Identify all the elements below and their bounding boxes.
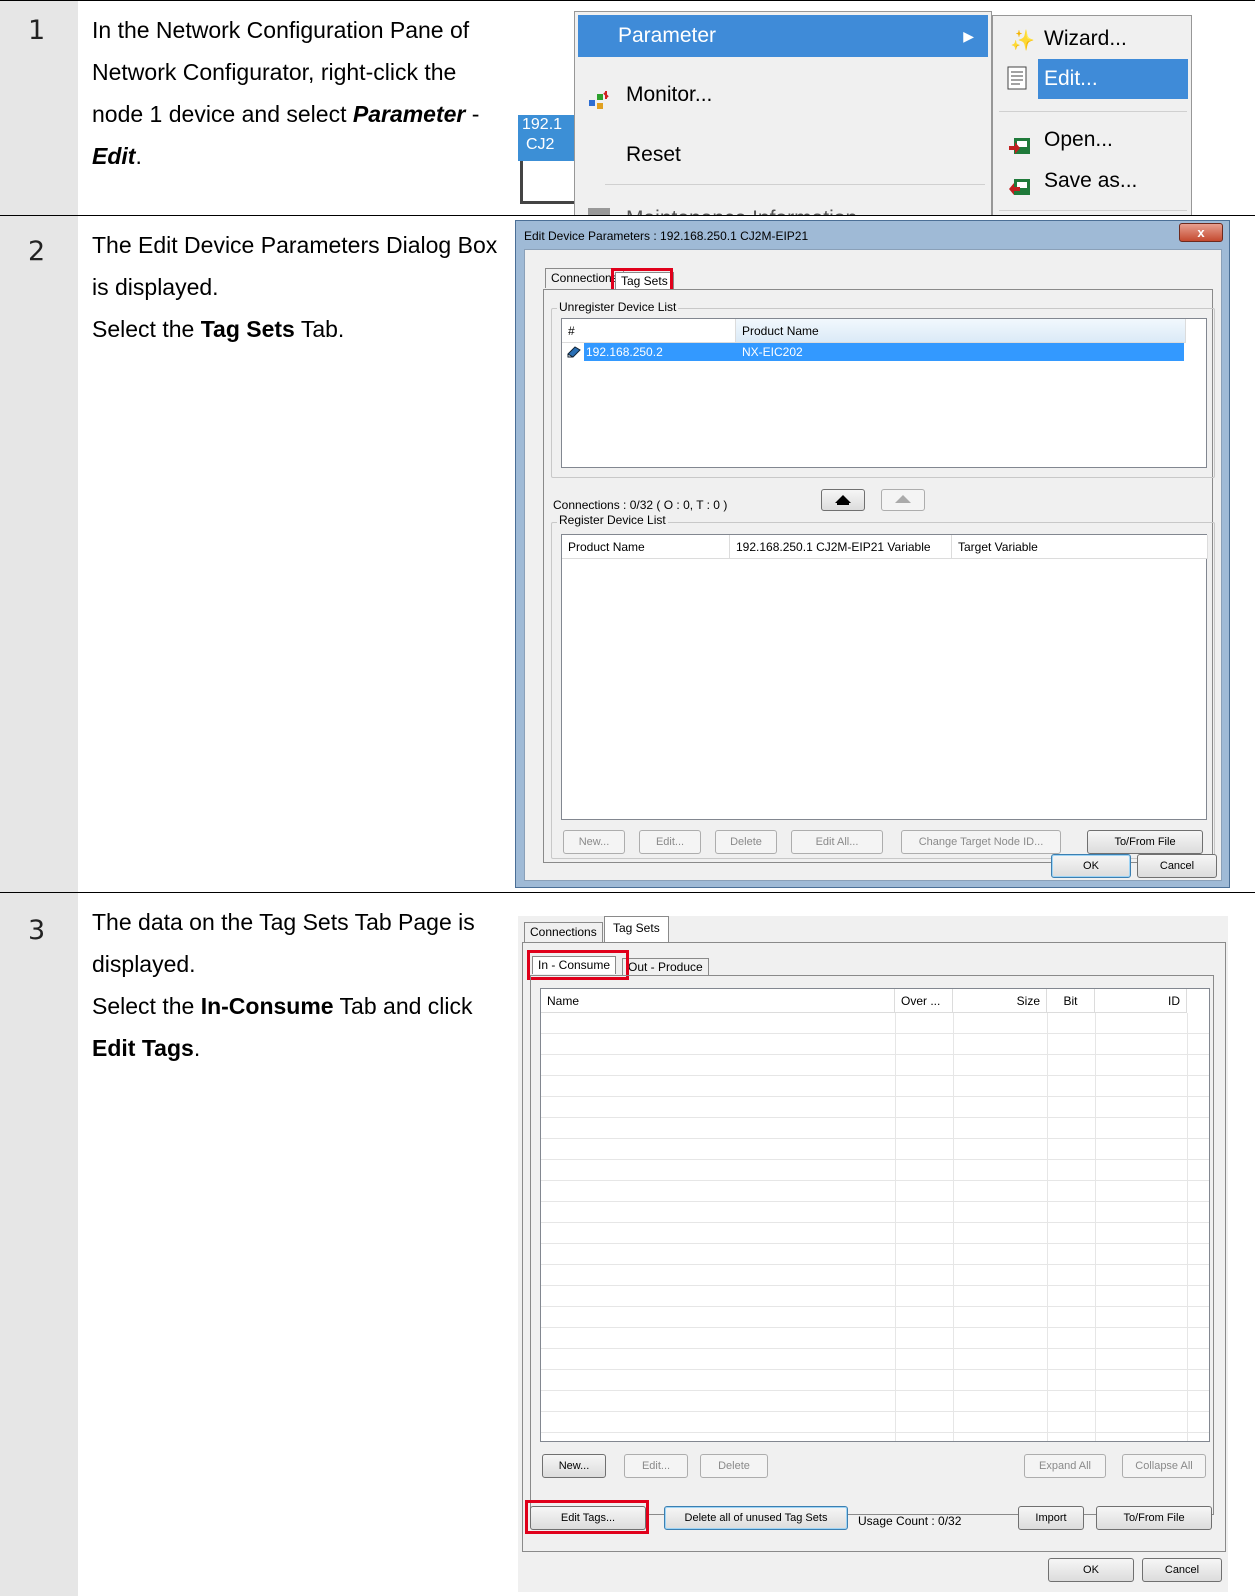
column-header-id[interactable]: ID xyxy=(1095,989,1187,1013)
column-header-name[interactable]: Name xyxy=(541,989,895,1013)
column-header-number[interactable]: # xyxy=(562,319,736,343)
node-ip: 192.1 xyxy=(522,116,563,133)
maintenance-label: Maintenance Information xyxy=(626,207,857,215)
to-from-file-button[interactable]: To/From File xyxy=(1087,830,1203,854)
arrow-down-icon xyxy=(835,495,851,505)
submenu-item-open[interactable]: Open... xyxy=(996,120,1188,160)
step-number: 2 xyxy=(28,236,46,267)
ok-button[interactable]: OK xyxy=(1051,854,1131,878)
cancel-button[interactable]: Cancel xyxy=(1137,854,1217,878)
row-product: NX-EIC202 xyxy=(742,345,803,359)
expand-all-button[interactable]: Expand All xyxy=(1024,1454,1106,1478)
column-header-over[interactable]: Over ... xyxy=(895,989,953,1013)
context-menu-screenshot: 192.1 CJ2 Parameter ▶ Monitor... Reset ✨… xyxy=(518,11,1198,215)
unregister-label: Unregister Device List xyxy=(557,300,679,314)
usage-count: Usage Count : 0/32 xyxy=(858,1514,962,1528)
subtab-out-produce[interactable]: Out - Produce xyxy=(622,958,709,976)
to-from-file-button[interactable]: To/From File xyxy=(1096,1506,1212,1530)
edit-button[interactable]: Edit... xyxy=(639,830,701,854)
edit-icon xyxy=(996,59,1038,99)
submenu-item-edit[interactable]: Edit... xyxy=(996,59,1188,99)
network-node[interactable]: 192.1 CJ2 xyxy=(518,115,578,161)
parameter-submenu: ✨ Wizard... Edit... Open... Save as... xyxy=(992,15,1192,215)
step-number: 3 xyxy=(28,915,46,946)
wizard-icon: ✨ xyxy=(1010,30,1035,52)
step-3-row: 3 The data on the Tag Sets Tab Page is d… xyxy=(0,893,1255,1596)
import-button[interactable]: Import xyxy=(1018,1506,1084,1530)
delete-button[interactable]: Delete xyxy=(700,1454,768,1478)
edit-device-parameters-dialog: Edit Device Parameters : 192.168.250.1 C… xyxy=(515,220,1230,888)
close-icon: x xyxy=(1197,225,1205,240)
reset-label: Reset xyxy=(626,143,681,166)
submenu-item-wizard[interactable]: ✨ Wizard... xyxy=(996,19,1188,59)
tab-tag-sets-label: Tag Sets xyxy=(613,921,660,935)
edit-button[interactable]: Edit... xyxy=(624,1454,688,1478)
context-menu: Parameter ▶ Monitor... Reset Maintenance… xyxy=(574,11,992,215)
list-item[interactable]: 192.168.250.2 NX-EIC202 xyxy=(562,343,1186,361)
submenu-item-save-as[interactable]: Save as... xyxy=(996,161,1188,201)
menu-item-reset[interactable]: Reset xyxy=(578,134,988,176)
edit-all-button[interactable]: Edit All... xyxy=(791,830,883,854)
column-header-source-variable[interactable]: 192.168.250.1 CJ2M-EIP21 Variable xyxy=(730,535,952,559)
tab-connections-label: Connections xyxy=(530,925,597,939)
delete-unused-tag-sets-button[interactable]: Delete all of unused Tag Sets xyxy=(664,1506,848,1530)
register-device-list[interactable]: Product Name 192.168.250.1 CJ2M-EIP21 Va… xyxy=(561,534,1208,820)
tab-connections-label: Connections xyxy=(551,271,618,285)
parameter-label: Parameter xyxy=(618,24,717,47)
dialog-client: Connections Tag Sets Unregister Device L… xyxy=(524,249,1222,881)
step-number-column xyxy=(0,893,78,1596)
column-header-bit[interactable]: Bit xyxy=(1047,989,1095,1013)
step-instruction: The data on the Tag Sets Tab Page is dis… xyxy=(92,909,475,1061)
cancel-button[interactable]: Cancel xyxy=(1142,1558,1222,1582)
delete-button[interactable]: Delete xyxy=(715,830,777,854)
save-as-icon xyxy=(1008,171,1032,195)
unregister-arrow-button[interactable] xyxy=(881,489,925,511)
register-arrow-button[interactable] xyxy=(821,489,865,511)
step-instruction: The Edit Device Parameters Dialog Box is… xyxy=(92,232,498,342)
dialog-title: Edit Device Parameters : 192.168.250.1 C… xyxy=(524,229,809,243)
close-button[interactable]: x xyxy=(1179,223,1223,242)
tag-sets-page: Connections Tag Sets In - Consume Out - … xyxy=(518,916,1228,1592)
menu-item-parameter[interactable]: Parameter ▶ xyxy=(578,15,988,57)
change-target-node-id-button[interactable]: Change Target Node ID... xyxy=(901,830,1061,854)
menu-item-monitor[interactable]: Monitor... xyxy=(578,74,988,116)
device-icon xyxy=(566,344,582,360)
step-number-column xyxy=(0,216,78,892)
menu-item-maintenance[interactable]: Maintenance Information xyxy=(578,198,988,215)
column-header-product-name[interactable]: Product Name xyxy=(736,319,1186,343)
step-number: 1 xyxy=(28,15,46,46)
submenu-arrow-icon: ▶ xyxy=(963,28,974,44)
wizard-label: Wizard... xyxy=(1044,27,1127,50)
highlight-edit-tags-button xyxy=(525,1500,649,1534)
arrow-up-icon xyxy=(895,495,911,503)
step-1-row: 1 In the Network Configuration Pane of N… xyxy=(0,1,1255,215)
subtab-out-produce-label: Out - Produce xyxy=(628,960,703,974)
column-header-target-variable[interactable]: Target Variable xyxy=(952,535,1208,559)
node-model: CJ2 xyxy=(526,136,555,153)
tab-connections[interactable]: Connections xyxy=(524,922,603,942)
tab-tag-sets[interactable]: Tag Sets xyxy=(604,916,669,942)
collapse-all-button[interactable]: Collapse All xyxy=(1122,1454,1206,1478)
tag-set-list[interactable]: Name Over ... Size Bit ID xyxy=(540,988,1210,1442)
list-grid xyxy=(541,1013,1209,1441)
monitor-icon xyxy=(588,84,610,109)
column-header-size[interactable]: Size xyxy=(953,989,1047,1013)
new-button[interactable]: New... xyxy=(542,1454,606,1478)
step-instruction: In the Network Configuration Pane of Net… xyxy=(92,17,480,169)
open-label: Open... xyxy=(1044,128,1113,151)
connections-count: Connections : 0/32 ( O : 0, T : 0 ) xyxy=(553,498,728,512)
maintenance-icon xyxy=(588,208,610,215)
monitor-label: Monitor... xyxy=(626,83,713,106)
save-as-label: Save as... xyxy=(1044,169,1138,192)
ok-button[interactable]: OK xyxy=(1048,1558,1134,1582)
new-button[interactable]: New... xyxy=(563,830,625,854)
edit-label: Edit... xyxy=(1044,67,1098,90)
step-2-row: 2 The Edit Device Parameters Dialog Box … xyxy=(0,216,1255,892)
column-header-product-name[interactable]: Product Name xyxy=(562,535,730,559)
unregister-device-list[interactable]: # Product Name 192.168.250.2 NX-EIC202 xyxy=(561,318,1207,468)
register-label: Register Device List xyxy=(557,513,668,527)
row-ip: 192.168.250.2 xyxy=(584,343,1184,361)
open-icon xyxy=(1008,130,1032,154)
